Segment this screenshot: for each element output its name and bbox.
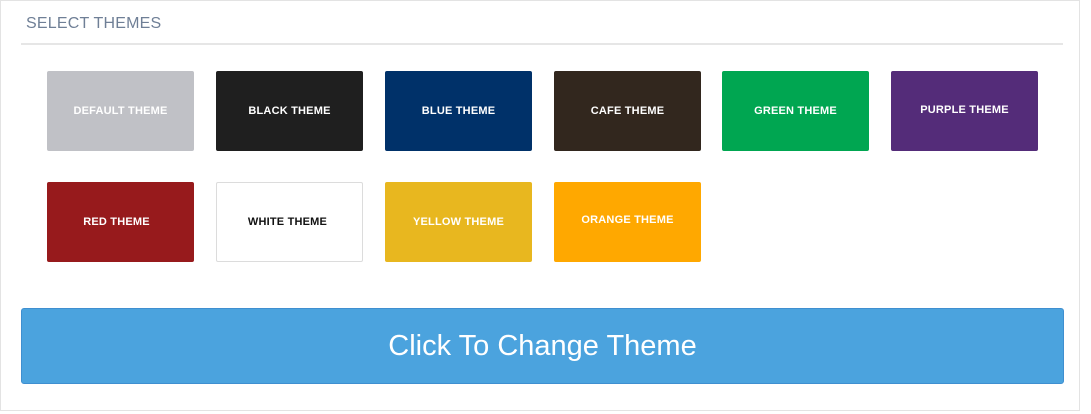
theme-option-label: WHITE THEME <box>247 216 328 228</box>
theme-option-label: DEFAULT THEME <box>73 105 168 117</box>
theme-option-blue[interactable]: BLUE THEME <box>385 71 532 151</box>
theme-option-label: ORANGE THEME <box>581 214 674 226</box>
change-theme-button[interactable]: Click To Change Theme <box>21 308 1064 384</box>
theme-option-black[interactable]: BLACK THEME <box>216 71 363 151</box>
theme-option-label: BLACK THEME <box>248 105 331 117</box>
theme-option-red[interactable]: RED THEME <box>47 182 194 262</box>
theme-option-label: RED THEME <box>83 216 150 228</box>
theme-option-white[interactable]: WHITE THEME <box>216 182 363 262</box>
theme-option-yellow[interactable]: YELLOW THEME <box>385 182 532 262</box>
theme-selector-panel: SELECT THEMES DEFAULT THEME BLACK THEME … <box>0 0 1080 411</box>
theme-option-label: GREEN THEME <box>754 105 837 117</box>
theme-option-default[interactable]: DEFAULT THEME <box>47 71 194 151</box>
theme-option-green[interactable]: GREEN THEME <box>722 71 869 151</box>
theme-option-cafe[interactable]: CAFE THEME <box>554 71 701 151</box>
theme-option-orange[interactable]: ORANGE THEME <box>554 182 701 262</box>
theme-option-label: YELLOW THEME <box>412 216 504 228</box>
theme-option-label: BLUE THEME <box>421 105 496 117</box>
theme-option-label: CAFE THEME <box>590 105 665 117</box>
theme-option-purple[interactable]: PURPLE THEME <box>891 71 1038 151</box>
theme-option-label: PURPLE THEME <box>920 104 1009 116</box>
